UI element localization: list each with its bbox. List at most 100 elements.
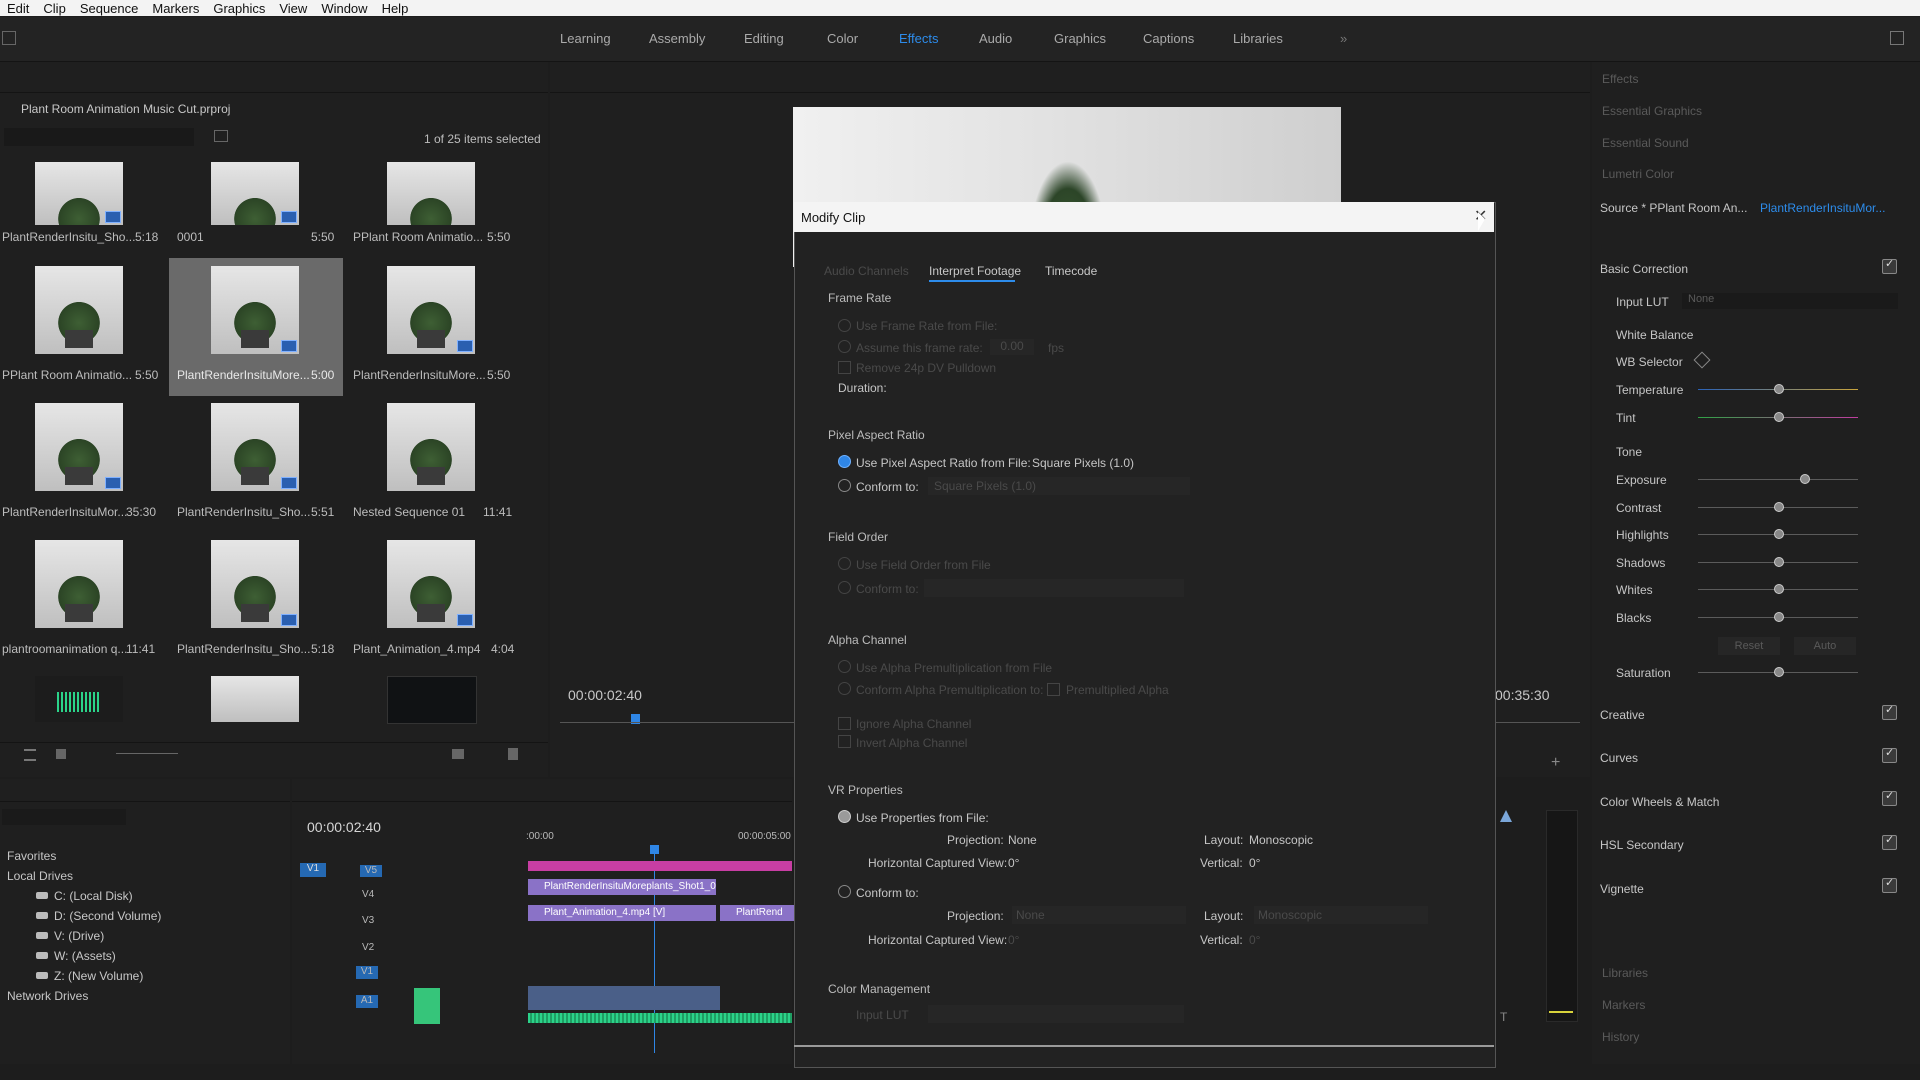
curves-header[interactable]: Curves [1600,751,1638,765]
type-tool-icon[interactable]: T [1500,1010,1507,1024]
tab-audio-channels[interactable]: Audio Channels [824,264,909,278]
track-v3[interactable]: V3 [362,915,374,926]
icon-view-icon[interactable] [56,749,66,759]
share-icon[interactable] [1890,31,1904,45]
tab-timecode[interactable]: Timecode [1045,264,1097,278]
menu-graphics[interactable]: Graphics [213,1,265,16]
use-field-order-radio[interactable] [838,557,851,570]
tab-color[interactable]: Color [827,31,858,46]
source-patch-v1[interactable]: V1 [300,863,326,877]
track-v2[interactable]: V2 [362,942,374,953]
tab-captions[interactable]: Captions [1143,31,1194,46]
blacks-knob[interactable] [1774,612,1784,622]
use-alpha-from-file-radio[interactable] [838,660,851,673]
tint-knob[interactable] [1774,412,1784,422]
clip-thumbnail[interactable] [387,540,475,628]
eyedropper-icon[interactable] [1693,351,1711,369]
basic-correction-checkbox[interactable] [1882,257,1897,274]
basic-correction-header[interactable]: Basic Correction [1600,262,1688,276]
logo-item-thumbnail[interactable] [387,676,477,724]
clip-thumbnail[interactable] [35,162,123,225]
drive-d[interactable]: D: (Second Volume) [35,909,161,923]
hsl-secondary-checkbox[interactable] [1882,833,1897,850]
conform-field-order-dropdown[interactable] [924,579,1184,597]
assume-frame-rate-radio[interactable] [838,340,851,353]
libraries-tab[interactable]: Libraries [1602,966,1648,980]
use-par-from-file-radio[interactable] [838,455,851,468]
vignette-header[interactable]: Vignette [1600,882,1644,896]
tab-graphics[interactable]: Graphics [1054,31,1106,46]
contrast-knob[interactable] [1774,502,1784,512]
project-search-input[interactable] [4,128,194,146]
tab-editing[interactable]: Editing [744,31,784,46]
vertical2-value[interactable]: 0° [1249,933,1260,947]
track-v5[interactable]: V5 [360,865,382,877]
timeline-clip[interactable]: Plant_Animation_4.mp4 [V] [528,905,716,921]
auto-button[interactable]: Auto [1794,637,1856,655]
menu-clip[interactable]: Clip [43,1,65,16]
audio-item-thumbnail[interactable] [35,676,123,722]
clip-thumbnail[interactable] [387,162,475,225]
new-bin-icon[interactable] [214,130,228,142]
conform-vr-radio[interactable] [838,885,851,898]
color-wheels-checkbox[interactable] [1882,789,1897,806]
lumetri-source[interactable]: Source * PPlant Room An... [1600,201,1747,215]
clip-thumbnail[interactable] [35,403,123,491]
conform-par-dropdown[interactable]: Square Pixels (1.0) [928,477,1190,495]
whites-knob[interactable] [1774,584,1784,594]
exposure-knob[interactable] [1800,474,1810,484]
creative-checkbox[interactable] [1882,703,1897,720]
hcv2-value[interactable]: 0° [1008,933,1019,947]
timeline-timecode[interactable]: 00:00:02:40 [307,819,381,835]
remove-pulldown-checkbox[interactable] [838,361,851,374]
saturation-knob[interactable] [1774,667,1784,677]
trash-icon[interactable] [508,748,518,760]
exposure-slider[interactable] [1698,479,1858,480]
more-workspaces-icon[interactable]: » [1340,31,1347,46]
timeline-clip[interactable]: PlantRenderInsituMoreplants_Shot1_0 [528,879,716,895]
menu-help[interactable]: Help [382,1,409,16]
frame-rate-input[interactable]: 0.00 [990,339,1034,355]
invert-alpha-checkbox[interactable] [838,735,851,748]
conform-par-radio[interactable] [838,479,851,492]
ignore-alpha-checkbox[interactable] [838,717,851,730]
favorites-heading[interactable]: Favorites [7,849,56,863]
clip-thumbnail[interactable] [35,540,123,628]
conform-alpha-radio[interactable] [838,682,851,695]
work-area-bar[interactable] [528,861,792,871]
menu-window[interactable]: Window [321,1,367,16]
use-frame-rate-radio[interactable] [838,319,851,332]
selection-tool-icon[interactable] [1500,810,1512,822]
use-vr-from-file-radio[interactable] [838,810,851,823]
clip-thumbnail[interactable] [211,540,299,628]
track-v4[interactable]: V4 [362,889,374,900]
highlights-knob[interactable] [1774,529,1784,539]
curves-checkbox[interactable] [1882,746,1897,763]
drive-w[interactable]: W: (Assets) [36,949,116,963]
menu-sequence[interactable]: Sequence [80,1,139,16]
menu-edit[interactable]: Edit [7,1,29,16]
projection2-dropdown[interactable]: None [1012,906,1186,924]
track-v1[interactable]: V1 [356,966,378,979]
menu-view[interactable]: View [279,1,307,16]
clip-thumbnail[interactable] [211,266,299,354]
track-a1[interactable]: A1 [356,995,378,1008]
tab-libraries[interactable]: Libraries [1233,31,1283,46]
color-wheels-header[interactable]: Color Wheels & Match [1600,795,1719,809]
program-timecode[interactable]: 00:00:02:40 [568,687,642,703]
media-browser-path[interactable] [2,809,126,825]
tab-assembly[interactable]: Assembly [649,31,705,46]
network-drives-heading[interactable]: Network Drives [7,989,88,1003]
add-button-icon[interactable]: + [1551,754,1560,772]
tab-learning[interactable]: Learning [560,31,611,46]
effects-panel-tab[interactable]: Effects [1602,72,1638,86]
new-item-icon[interactable] [452,749,464,759]
premultiplied-alpha-checkbox[interactable] [1047,683,1060,696]
drive-v[interactable]: V: (Drive) [35,929,104,943]
local-drives-heading[interactable]: Local Drives [7,869,73,883]
lumetri-color-tab[interactable]: Lumetri Color [1602,167,1674,181]
menu-markers[interactable]: Markers [152,1,199,16]
clip-thumbnail[interactable] [35,266,123,354]
reset-button[interactable]: Reset [1718,637,1780,655]
conform-field-order-radio[interactable] [838,581,851,594]
